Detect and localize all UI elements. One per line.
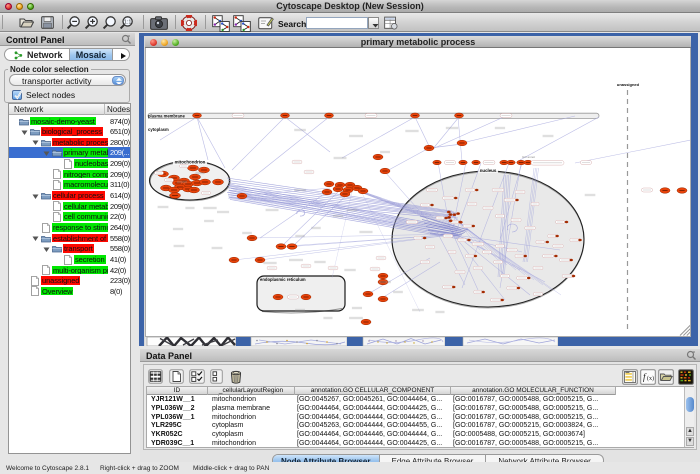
svg-text:1:1: 1:1 (124, 20, 132, 26)
svg-text:GO annot: GO annot (522, 155, 535, 159)
svg-text:plasma membrane: plasma membrane (148, 114, 185, 119)
svg-text:nucleus: nucleus (480, 168, 497, 173)
svg-text:unassigned: unassigned (617, 82, 640, 87)
svg-text:endoplasmic reticulum: endoplasmic reticulum (260, 277, 306, 282)
svg-text:mitochondrion: mitochondrion (175, 160, 206, 165)
svg-text:cytoplasm: cytoplasm (148, 127, 169, 132)
svg-text:(x): (x) (647, 375, 654, 382)
